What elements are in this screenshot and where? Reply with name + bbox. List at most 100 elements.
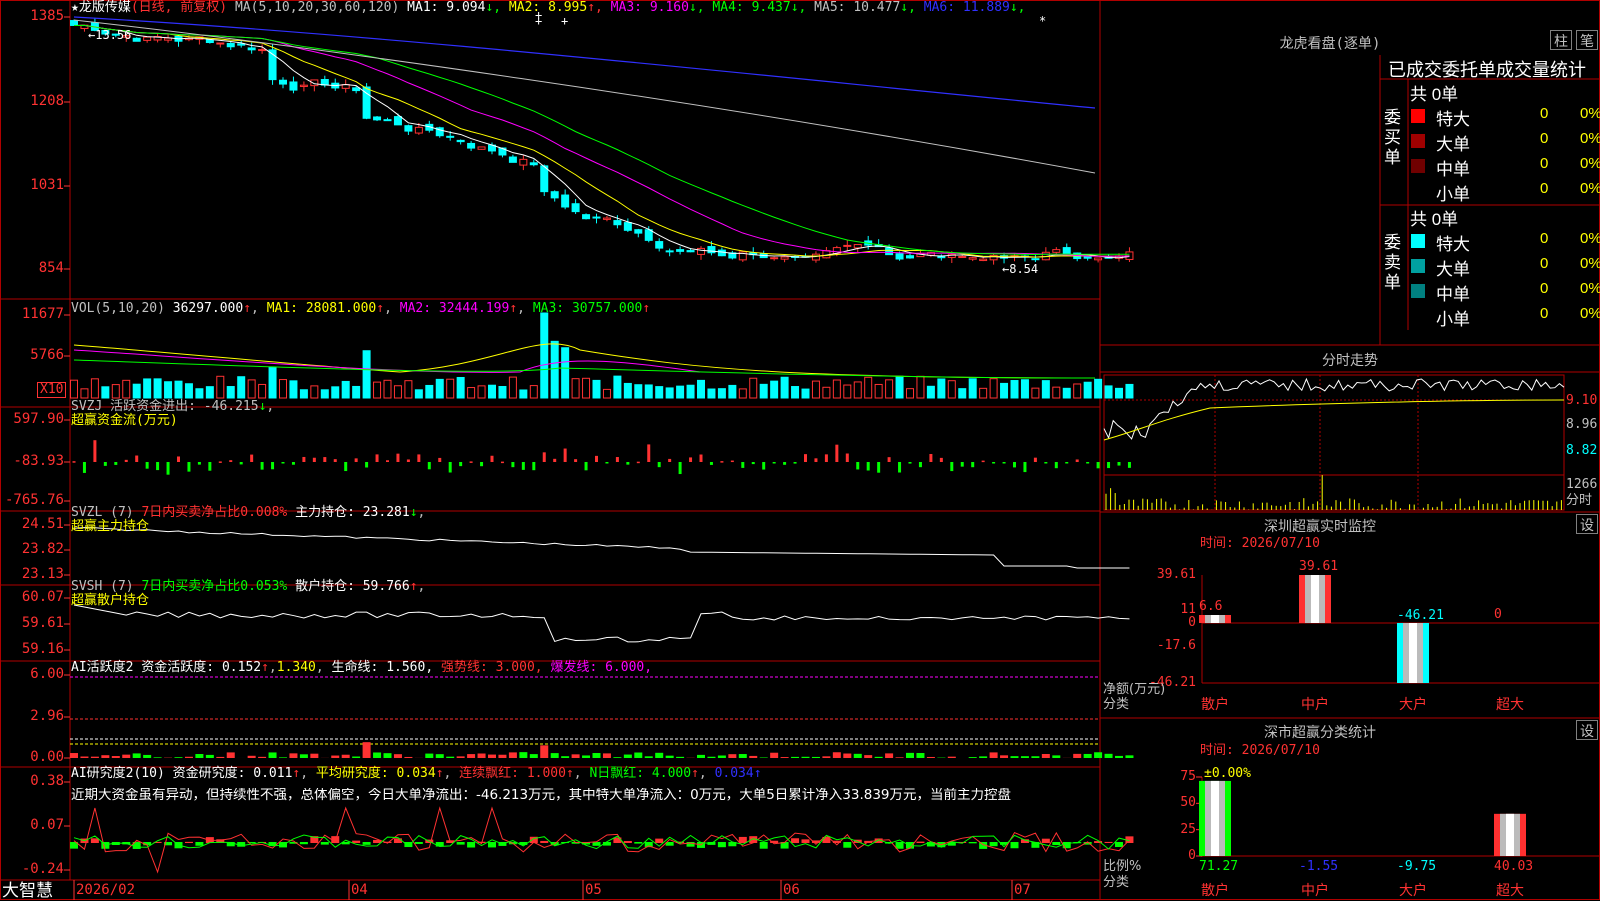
- candle-body: [698, 248, 705, 254]
- dragon-title: 龙虎看盘(逐单): [1100, 33, 1560, 53]
- activity-bar: [739, 754, 747, 758]
- fund-flow-bar: [898, 462, 901, 473]
- fund-flow-bar: [250, 455, 253, 462]
- volume-bar: [1042, 381, 1049, 398]
- y-tick-label: 59.16: [0, 642, 64, 656]
- cls-bar-label: -9.75: [1397, 860, 1436, 874]
- volume-bar: [750, 378, 757, 398]
- candle-body: [1084, 257, 1091, 259]
- candle-body: [468, 143, 475, 148]
- research-bar: [916, 842, 924, 843]
- fund-flow-bar: [762, 462, 765, 470]
- fund-flow-bar: [909, 462, 912, 464]
- fund-flow-bar: [386, 460, 389, 462]
- volume-bar: [478, 386, 485, 398]
- chart-canvas[interactable]: [0, 0, 1600, 900]
- fund-flow-bar: [616, 457, 619, 462]
- volume-bar: [384, 380, 391, 398]
- fenshi-price-label: 8.82: [1566, 444, 1597, 458]
- activity-bar: [206, 755, 214, 758]
- cls-category: 大户: [1399, 884, 1427, 898]
- volume-bar: [499, 387, 506, 398]
- fund-flow-bar: [511, 462, 514, 467]
- x-tick-label: 05: [585, 883, 602, 897]
- vol-unit: X10: [37, 382, 66, 398]
- fund-flow-bar: [219, 461, 222, 463]
- cls-time: 时间: 2026/07/10: [1200, 744, 1320, 758]
- svzl-hold: 主力持仓: 23.281: [295, 505, 410, 520]
- fund-flow-bar: [846, 454, 849, 462]
- volume-bar: [656, 387, 663, 398]
- candle-body: [394, 117, 401, 125]
- candle-body: [457, 140, 464, 141]
- tick-mode-button[interactable]: 笔: [1576, 30, 1598, 50]
- volume-bar: [112, 385, 119, 398]
- volume-bar: [280, 380, 287, 398]
- volume-bar: [875, 384, 882, 398]
- ma-value-1: MA1: 9.094↓,: [407, 0, 501, 15]
- sell-row-name: 小单: [1436, 305, 1470, 330]
- volume-bar: [405, 381, 412, 398]
- activity-bar: [446, 757, 454, 758]
- fund-flow-bar: [794, 462, 797, 464]
- volume-bar: [426, 385, 433, 398]
- volume-bar: [1032, 388, 1039, 398]
- vol-ma3: [74, 360, 1095, 378]
- activity-bar: [342, 755, 350, 758]
- activity-bar: [990, 752, 998, 758]
- buy-row-name: 小单: [1436, 180, 1470, 205]
- y-tick-label: 5766: [0, 348, 64, 362]
- fund-flow-bar: [376, 454, 379, 462]
- sell-row-count: 0: [1540, 305, 1548, 322]
- fund-flow-bar: [302, 457, 305, 462]
- high-label: ←13.56: [88, 28, 131, 42]
- research-bar: [540, 841, 548, 843]
- activity-bar: [916, 753, 924, 758]
- volume-bar: [990, 379, 997, 398]
- activity-bar: [133, 753, 141, 758]
- activity-bar: [248, 756, 256, 758]
- sell-row-pct: 0%: [1580, 255, 1600, 272]
- volume-bar: [614, 376, 621, 398]
- sell-row-pct: 0%: [1580, 305, 1600, 322]
- y-tick-label: 1385: [0, 9, 64, 23]
- fund-flow-bar: [595, 456, 598, 462]
- volume-bar: [165, 382, 172, 398]
- candle-body: [687, 251, 694, 252]
- sell-row-count: 0: [1540, 255, 1548, 272]
- candle-body: [374, 117, 381, 120]
- y-tick-label: 0.00: [0, 750, 64, 764]
- buy-row-pct: 0%: [1580, 105, 1600, 122]
- fund-flow-bar: [731, 461, 734, 463]
- research-bar: [1115, 842, 1123, 847]
- buy-row-count: 0: [1540, 180, 1548, 197]
- volume-bar: [290, 381, 297, 398]
- fenshi-title: 分时走势: [1100, 350, 1600, 370]
- fund-flow-bar: [135, 456, 138, 462]
- bar-mode-button[interactable]: 柱: [1550, 30, 1572, 50]
- volume-bar: [1011, 381, 1018, 398]
- research-bar: [760, 842, 768, 849]
- activity-bar: [1125, 755, 1133, 758]
- fund-flow-bar: [543, 452, 546, 462]
- activity-bar: [854, 754, 862, 758]
- fund-flow-bar: [198, 462, 201, 465]
- svzl-header: SVZL (7) 7日内买卖净占比0.008% 主力持仓: 23.281↓,: [71, 506, 425, 520]
- activity-bar: [373, 752, 381, 758]
- buy-row-pct: 0%: [1580, 155, 1600, 172]
- activity-bar: [927, 757, 935, 758]
- activity-bar: [781, 757, 789, 758]
- candle-body: [290, 82, 297, 90]
- ai1-strong: 强势线: 3.000,: [441, 660, 543, 675]
- sell-swatch: [1411, 309, 1425, 323]
- volume-bar: [781, 377, 788, 398]
- cls-y-tick: 25: [1140, 823, 1196, 837]
- svsh-label: SVSH (7): [71, 579, 134, 594]
- fund-flow-bar: [741, 462, 744, 468]
- cls-settings-button[interactable]: 设: [1576, 720, 1598, 740]
- fund-flow-bar: [1097, 462, 1100, 468]
- ai1-header: AI活跃度2 资金活跃度: 0.152↑,1.340, 生命线: 1.560, …: [71, 661, 652, 675]
- buy-swatch: [1411, 109, 1425, 123]
- sz-settings-button[interactable]: 设: [1576, 514, 1598, 534]
- activity-bar: [1031, 756, 1039, 758]
